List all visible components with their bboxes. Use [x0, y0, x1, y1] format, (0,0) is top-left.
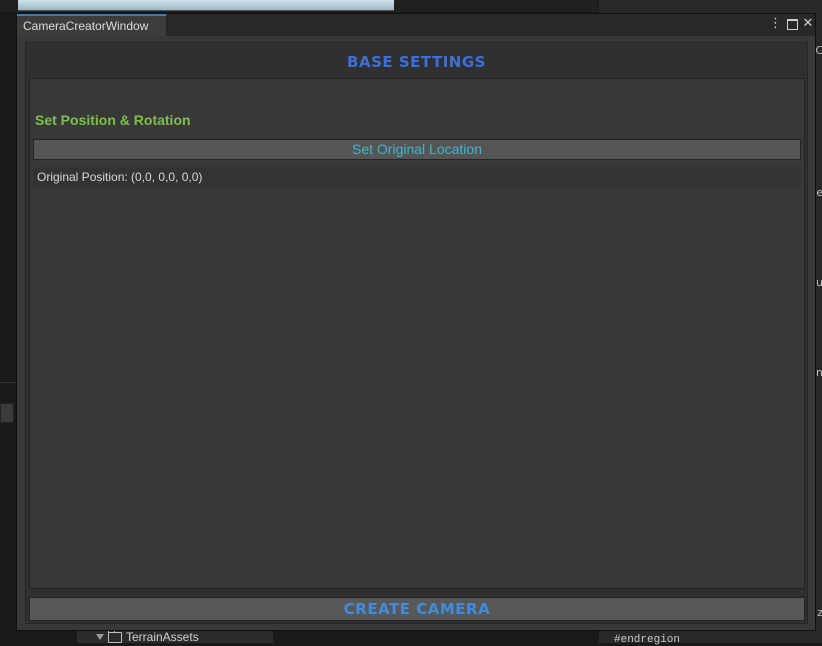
inspector-text-fragment: u [816, 276, 822, 289]
close-icon[interactable]: ✕ [801, 15, 815, 33]
window-content: BASE SETTINGS Set Position & Rotation Se… [25, 42, 808, 624]
inspector-text-fragment: z [817, 606, 822, 619]
inspector-text-fragment: e [816, 186, 822, 199]
base-settings-panel: Set Position & Rotation Set Original Loc… [29, 78, 805, 589]
tab-camera-creator[interactable]: CameraCreatorWindow [17, 14, 167, 36]
original-position-row: Original Position: (0,0, 0,0, 0,0) [33, 167, 801, 188]
camera-creator-window: CameraCreatorWindow ⋮ ✕ BASE SETTINGS Se… [16, 13, 816, 631]
set-original-location-button[interactable]: Set Original Location [33, 139, 801, 160]
inspector-text-fragment: n [816, 366, 822, 379]
tab-label: CameraCreatorWindow [23, 19, 149, 33]
project-folder-item[interactable]: TerrainAssets [96, 629, 199, 644]
maximize-icon[interactable] [785, 15, 799, 33]
left-panel-tab[interactable] [0, 403, 14, 423]
more-options-icon[interactable]: ⋮ [769, 15, 782, 33]
expand-triangle-icon[interactable] [96, 634, 104, 640]
create-camera-button[interactable]: CREATE CAMERA [29, 597, 805, 621]
window-tab-bar: CameraCreatorWindow ⋮ ✕ [17, 14, 815, 36]
left-panel-divider [0, 382, 16, 393]
base-settings-title: BASE SETTINGS [347, 53, 486, 71]
position-rotation-heading: Set Position & Rotation [35, 112, 191, 128]
folder-label: TerrainAssets [126, 630, 199, 644]
inspector-text-fragment: C [815, 44, 822, 57]
scene-view-preview [18, 0, 394, 11]
code-fragment: #endregion [614, 634, 681, 646]
folder-icon [108, 629, 122, 643]
original-position-label: Original Position: (0,0, 0,0, 0,0) [37, 170, 203, 184]
